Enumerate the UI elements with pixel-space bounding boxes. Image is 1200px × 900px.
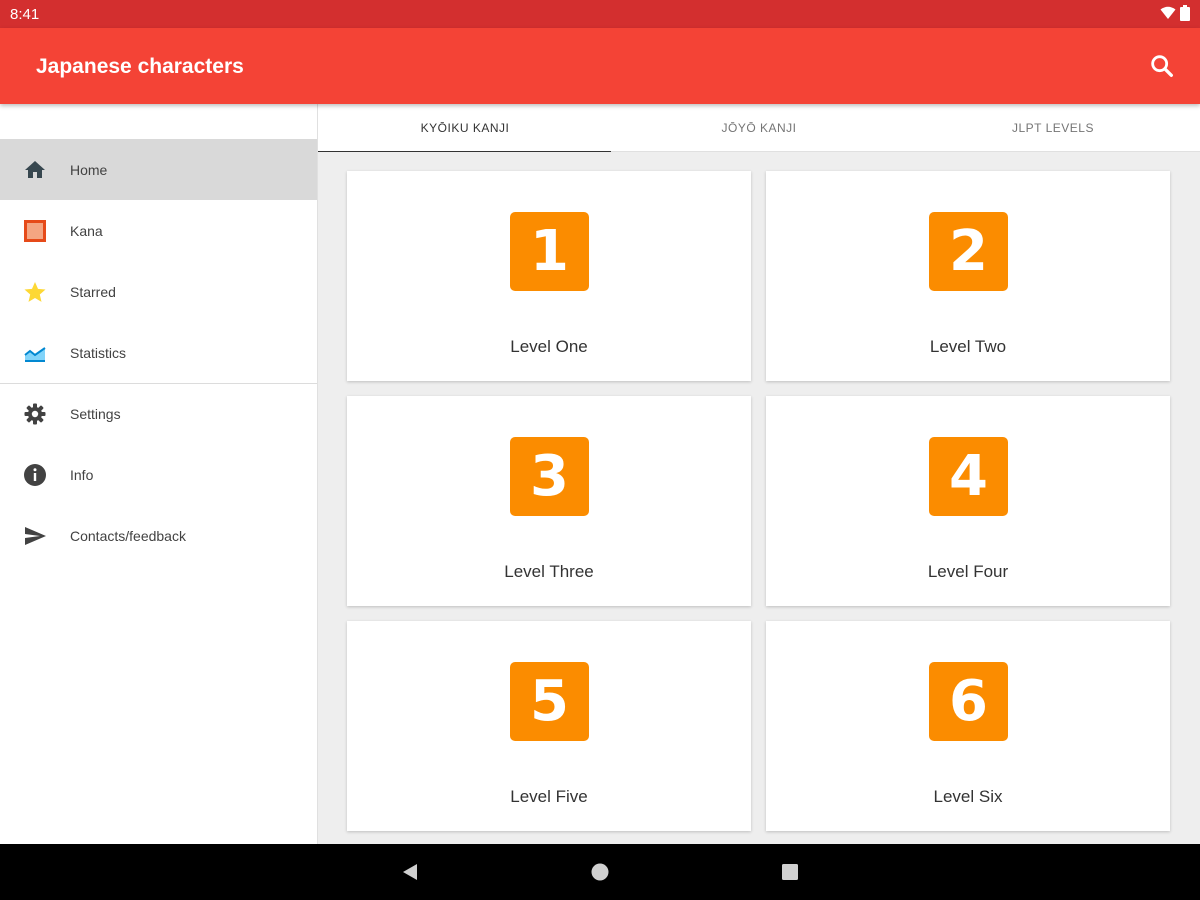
level-label: Level Four — [927, 562, 1009, 581]
tab-joyo-kanji[interactable]: JŌYŌ KANJI — [612, 104, 906, 152]
level-number-badge: 1 — [510, 212, 589, 291]
level-number: 1 — [530, 218, 569, 284]
search-icon[interactable] — [1148, 52, 1176, 80]
drawer-item-info[interactable]: Info — [0, 444, 317, 505]
drawer-item-label: Settings — [70, 405, 121, 422]
tab-bar: KYŌIKU KANJI JŌYŌ KANJI JLPT LEVELS — [318, 104, 1200, 153]
drawer-item-label: Contacts/feedback — [70, 527, 186, 544]
level-card-six[interactable]: 6 Level Six — [766, 621, 1170, 831]
home-icon — [22, 157, 48, 183]
statistics-icon — [22, 340, 48, 366]
info-icon — [22, 462, 48, 488]
level-number-badge: 4 — [929, 437, 1008, 516]
level-card-two[interactable]: 2 Level Two — [766, 171, 1170, 381]
level-number: 4 — [949, 443, 988, 509]
drawer-item-label: Kana — [70, 222, 103, 239]
level-number-badge: 2 — [929, 212, 1008, 291]
status-bar: 8:41 — [0, 0, 1200, 28]
level-number: 3 — [530, 443, 569, 509]
drawer-item-home[interactable]: Home — [0, 139, 317, 200]
drawer-item-contacts-feedback[interactable]: Contacts/feedback — [0, 505, 317, 566]
drawer-item-statistics[interactable]: Statistics — [0, 322, 317, 383]
app-title: Japanese characters — [36, 55, 244, 78]
tab-jlpt-levels[interactable]: JLPT LEVELS — [906, 104, 1200, 152]
recents-icon[interactable] — [778, 860, 802, 884]
level-label: Level Three — [504, 562, 594, 581]
level-number-badge: 6 — [929, 662, 1008, 741]
star-icon — [22, 279, 48, 305]
level-number: 2 — [949, 218, 988, 284]
drawer-item-label: Home — [70, 161, 108, 178]
drawer-item-label: Info — [70, 466, 94, 483]
home-button-icon[interactable] — [588, 860, 612, 884]
app-bar: Japanese characters — [0, 28, 1200, 104]
level-number: 5 — [530, 668, 569, 734]
level-card-three[interactable]: 3 Level Three — [347, 396, 751, 606]
gear-icon — [22, 401, 48, 427]
level-label: Level One — [510, 337, 588, 356]
battery-icon — [1180, 5, 1190, 26]
send-icon — [22, 523, 48, 549]
tab-label: JLPT LEVELS — [1012, 121, 1094, 135]
level-card-four[interactable]: 4 Level Four — [766, 396, 1170, 606]
status-time: 8:41 — [10, 6, 40, 23]
back-icon[interactable] — [398, 860, 422, 884]
tab-label: KYŌIKU KANJI — [420, 121, 510, 135]
drawer-item-label: Statistics — [70, 344, 127, 361]
level-label: Level Two — [929, 337, 1007, 356]
level-card-one[interactable]: 1 Level One — [347, 171, 751, 381]
drawer-item-kana[interactable]: Kana — [0, 200, 317, 261]
level-number: 6 — [949, 668, 988, 734]
status-icons — [1160, 5, 1190, 26]
system-navigation-bar — [0, 844, 1200, 900]
level-number-badge: 5 — [510, 662, 589, 741]
tab-label: JŌYŌ KANJI — [721, 121, 797, 135]
level-grid: 1 Level One 2 Level Two 3 Level Three 4 … — [318, 152, 1200, 844]
level-card-five[interactable]: 5 Level Five — [347, 621, 751, 831]
wifi-icon — [1160, 6, 1176, 25]
drawer-item-label: Starred — [70, 283, 116, 300]
drawer-item-settings[interactable]: Settings — [0, 383, 317, 444]
level-label: Level Six — [933, 787, 1003, 806]
navigation-drawer: Home Kana Starred Statistics Settings In… — [0, 104, 318, 844]
level-number-badge: 3 — [510, 437, 589, 516]
level-label: Level Five — [510, 787, 588, 806]
kana-square-icon — [22, 218, 48, 244]
drawer-item-starred[interactable]: Starred — [0, 261, 317, 322]
tab-kyoiku-kanji[interactable]: KYŌIKU KANJI — [318, 104, 612, 153]
